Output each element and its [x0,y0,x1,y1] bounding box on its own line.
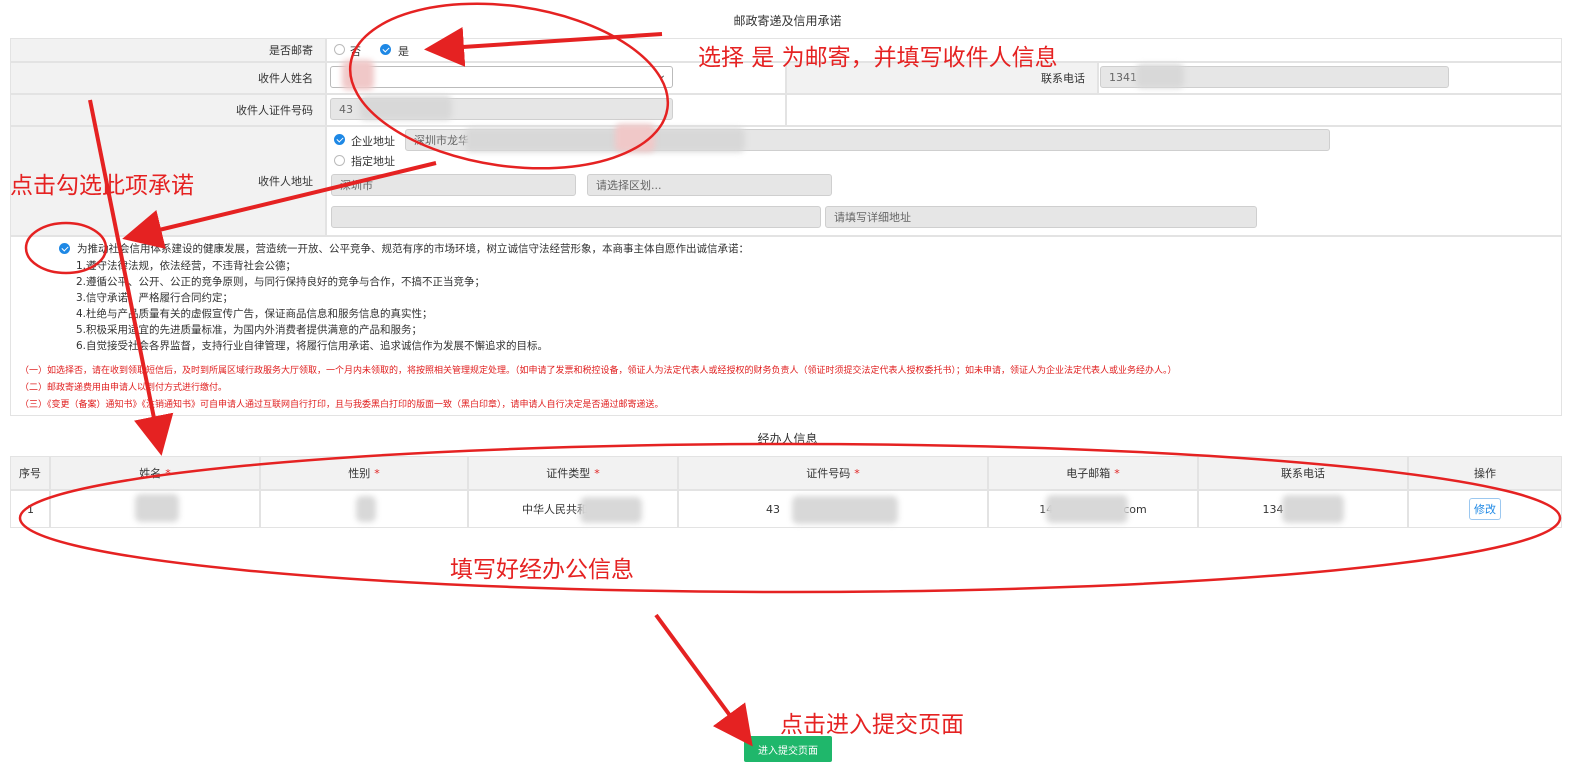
annotation-select-yes: 选择 是 为邮寄，并填写收件人信息 [698,45,1058,71]
highlight-ellipse-recipient [348,2,670,170]
arrow-to-yes [424,26,663,67]
highlight-ellipse-agent-table [18,442,1562,594]
arrow-to-agent [88,99,174,456]
arrow-to-submit [654,613,753,747]
annotation-click-submit: 点击进入提交页面 [780,712,964,738]
highlight-ellipse-checkbox [24,221,108,275]
annotation-fill-agent: 填写好经办公信息 [450,557,634,583]
annotation-layer [18,2,1562,747]
annotation-tick-promise: 点击勾选此项承诺 [10,173,194,199]
